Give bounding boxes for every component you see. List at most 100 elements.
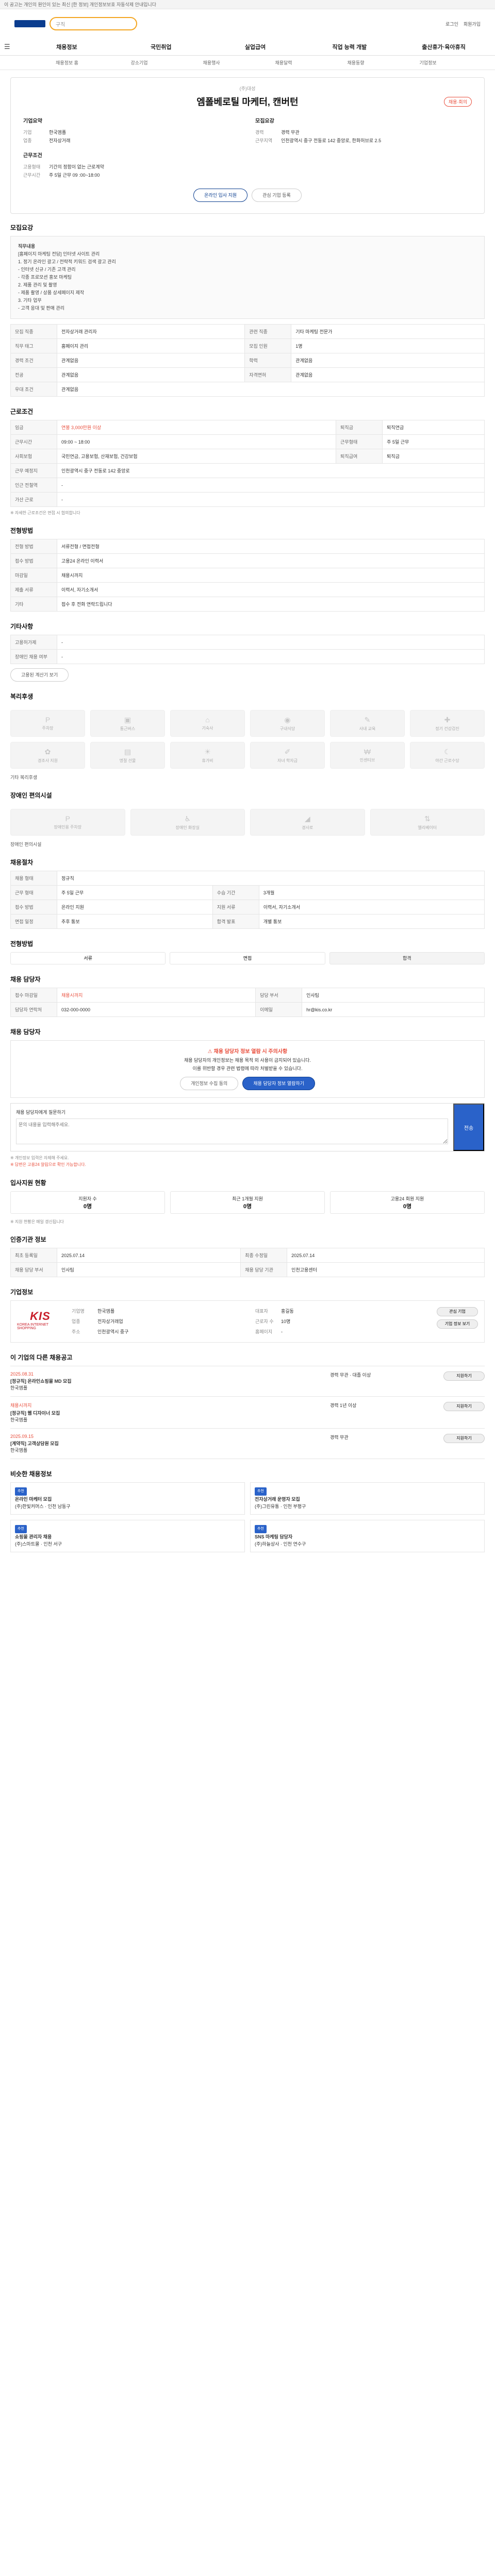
apply-button[interactable]: 지원하기 xyxy=(443,1371,485,1381)
cell-value: 관계없음 xyxy=(291,353,485,368)
consent-button[interactable]: 개인정보 수집 동의 xyxy=(180,1077,239,1090)
recommend-sub: (주)하늘상사 · 인천 연수구 xyxy=(255,1541,306,1547)
job-title[interactable]: [정규직] 웹 디자이너 모집 xyxy=(10,1410,330,1416)
recommend-title[interactable]: 전자상거래 운영자 모집 xyxy=(255,1496,480,1503)
stat-value: 0명 xyxy=(243,1203,252,1210)
cell-value: 퇴직연금 xyxy=(382,420,485,435)
calculator-link[interactable]: 고용된 계산기 보기 xyxy=(10,668,69,682)
ramp-icon: ◢ xyxy=(304,814,310,823)
cell-value: 개별 통보 xyxy=(258,914,485,929)
warning-title: 채용 담당자 정보 열람 시 주의사항 xyxy=(213,1049,288,1055)
cell-value: 국민연금, 고용보험, 산재보험, 건강보험 xyxy=(56,449,337,464)
apply-button[interactable]: 지원하기 xyxy=(443,1434,485,1443)
cell-value: 서류전형 / 면접전형 xyxy=(57,539,485,554)
field-value: 기간의 정함이 없는 근로계약 xyxy=(49,164,104,170)
notice-text: 이 공고는 개인의 원인이 있는 최신 [한 정보] 개인정보보호 자동삭제 안… xyxy=(4,2,156,7)
welfare-label: 야간 근로수당 xyxy=(435,758,459,763)
field-value: 전자상거래업 xyxy=(97,1319,123,1324)
field-value: 주 5일 근무 09 :00~18:00 xyxy=(49,173,100,178)
recommend-title[interactable]: SNS 마케팅 담당자 xyxy=(255,1533,480,1540)
gnb-item-benefit[interactable]: 실업급여 xyxy=(208,43,303,51)
job-title[interactable]: [계약직] 고객상담원 모집 xyxy=(10,1440,330,1447)
search-placeholder: 구직 xyxy=(56,22,65,28)
view-contact-button[interactable]: 채용 담당자 정보 열람하기 xyxy=(242,1077,315,1090)
cell-value: 관계없음 xyxy=(56,367,245,382)
coin-icon: ₩ xyxy=(364,748,371,756)
site-logo[interactable] xyxy=(14,20,45,27)
cell-label: 퇴직금 xyxy=(336,420,383,435)
login-link[interactable]: 로그인 xyxy=(446,21,458,27)
cell-value: 기타 마케팅 전문가 xyxy=(291,324,485,339)
gnb-item-leave[interactable]: 출산휴가·육아휴직 xyxy=(397,43,491,51)
section-title: 채용 담당자 xyxy=(10,976,41,983)
table-row: 직무 태그 홈페이지 관리 모집 인원 1명 xyxy=(10,338,485,353)
cell-value: hr@kis.co.kr xyxy=(302,1002,485,1017)
cell-label: 근무 형태 xyxy=(10,885,57,900)
welfare-item: ₩ 인센티브 xyxy=(330,742,405,769)
gnb-item-jobs[interactable]: 채용정보 xyxy=(20,43,114,51)
welfare-grid: P 주차장 ▣ 통근버스 ⌂ 기숙사 ◉ 구내식당 ✎ 사내 교육 ✚ 정기 건강검진 ✿ 경… xyxy=(10,705,485,774)
desc-line: 직무내용 xyxy=(18,244,36,249)
cell-label: 장애인 채용 여부 xyxy=(10,649,57,664)
company-card: KIS KOREA INTERNET SHOPPING 기업명 한국엠폴 대표자 홍… xyxy=(10,1300,485,1343)
job-title[interactable]: [정규직] 온라인쇼핑몰 MD 모집 xyxy=(10,1378,330,1384)
cell-value: - xyxy=(57,492,485,507)
signup-link[interactable]: 회원가입 xyxy=(464,21,481,27)
apply-button[interactable]: 지원하기 xyxy=(443,1402,485,1411)
table-row: 제출 서류 이력서, 자기소개서 xyxy=(10,582,485,597)
recommend-card[interactable]: 추천 SNS 마케팅 담당자 (주)하늘상사 · 인천 연수구 xyxy=(250,1520,485,1552)
cell-value: 인사팀 xyxy=(302,988,485,1003)
list-item[interactable]: 채용시까지 [정규직] 웹 디자이너 모집 한국엠폴 경력 1년 이상 지원하기 xyxy=(10,1397,485,1429)
lnb-item[interactable]: 채용달력 xyxy=(248,56,320,70)
process-section: 채용절차 채용 형태 정규직 근무 형태 주 5일 근무 수습 기간 3개월 접수 방법… xyxy=(10,858,485,929)
send-button[interactable]: 전송 xyxy=(453,1104,484,1151)
list-item[interactable]: 2025.08.31 [정규직] 온라인쇼핑몰 MD 모집 한국엠폴 경력 무관 ·… xyxy=(10,1366,485,1397)
menu-icon[interactable]: ☰ xyxy=(4,43,20,51)
gnb-item-training[interactable]: 직업 능력 개발 xyxy=(302,43,397,51)
cell-value: 정규직 xyxy=(57,871,485,886)
section-label: 모집요강 xyxy=(255,118,274,124)
cell-value: 채용시까지 xyxy=(57,568,485,583)
recommend-card[interactable]: 추천 전자상거래 운영자 모집 (주)그린유통 · 인천 부평구 xyxy=(250,1482,485,1515)
lnb-item[interactable]: 채용정보 홈 xyxy=(31,56,103,70)
present-icon: ▤ xyxy=(124,747,131,756)
lnb-item[interactable]: 강소기업 xyxy=(103,56,175,70)
lnb-item[interactable]: 기업정보 xyxy=(392,56,464,70)
apply-button[interactable]: 온라인 입사 지원 xyxy=(193,189,248,202)
table-row: 근무 예정지 인천광역시 중구 전동로 142 중앙로 xyxy=(10,463,485,478)
lnb-item[interactable]: 채용행사 xyxy=(175,56,248,70)
recommend-card[interactable]: 추천 쇼핑몰 관리자 채용 (주)스마트몰 · 인천 서구 xyxy=(10,1520,245,1552)
recommend-title[interactable]: 쇼핑몰 관리자 채용 xyxy=(15,1533,240,1540)
footer-spacer xyxy=(10,1563,485,1583)
cell-value: 온라인 지원 xyxy=(57,900,213,914)
cell-label: 담당자 연락처 xyxy=(10,1002,57,1017)
company-actions: 관심 기업 기업 정보 보기 xyxy=(437,1307,478,1336)
list-item[interactable]: 2025.09.15 [계약직] 고객상담원 모집 한국엠폴 경력 무관 지원하기 xyxy=(10,1429,485,1459)
welfare-label: 인센티브 xyxy=(359,758,375,762)
company-detail-button[interactable]: 기업 정보 보기 xyxy=(437,1319,478,1329)
recommend-card[interactable]: 추천 온라인 마케터 모집 (주)한빛커머스 · 인천 남동구 xyxy=(10,1482,245,1515)
desc-line: 3. 기타 업무 xyxy=(18,298,42,303)
cell-value: 09:00 ~ 18:00 xyxy=(56,434,337,449)
intro-section: 모집요강 직무내용 [홈페이지 마케팅 전담] 인터넷 사이트 관리 1. 정기… xyxy=(10,223,485,397)
scrap-button[interactable]: 관심 기업 등록 xyxy=(252,189,302,202)
bus-icon: ▣ xyxy=(124,715,131,724)
question-input[interactable] xyxy=(16,1118,448,1144)
lnb-item[interactable]: 채용동향 xyxy=(320,56,392,70)
gnb-item-employment[interactable]: 국민취업 xyxy=(114,43,208,51)
field-label: 기업명 xyxy=(72,1309,85,1314)
welfare-item: ☀ 휴가비 xyxy=(170,742,245,769)
recommend-title[interactable]: 온라인 마케터 모집 xyxy=(15,1496,240,1503)
school-icon: ✐ xyxy=(284,747,291,756)
meal-icon: ◉ xyxy=(284,715,291,724)
cell-value: 2025.07.14 xyxy=(56,1248,241,1263)
search-input[interactable]: 구직 xyxy=(50,17,137,30)
welfare-item: ⌂ 기숙사 xyxy=(170,710,245,737)
cell-value: - xyxy=(57,635,485,650)
stat-label: 지원자 수 xyxy=(78,1196,97,1201)
follow-company-button[interactable]: 관심 기업 xyxy=(437,1307,478,1316)
cell-label: 이메일 xyxy=(255,1002,303,1017)
stat-label: 최근 1개월 지원 xyxy=(232,1196,263,1201)
field-label: 기업 xyxy=(23,130,32,135)
condition-table: 임금 연봉 3,000만원 이상 퇴직금 퇴직연금 근무시간 09:00 ~ 18:00… xyxy=(10,420,485,507)
